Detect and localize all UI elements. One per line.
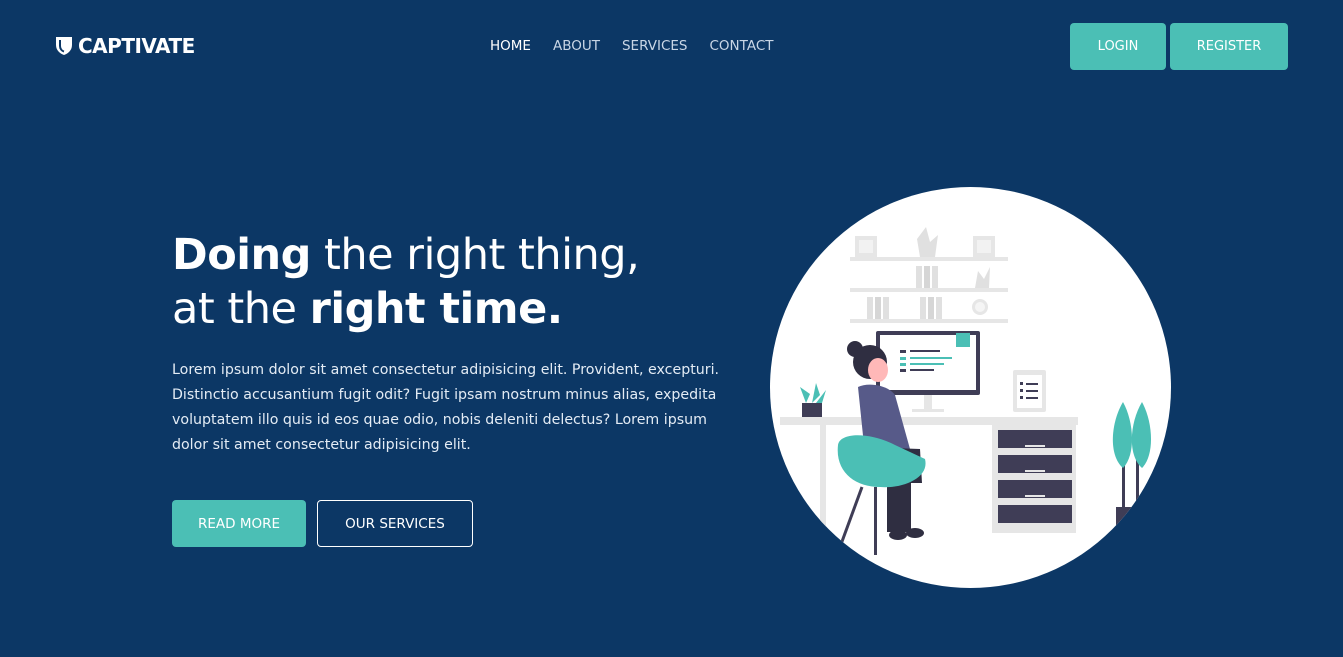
read-more-button[interactable]: READ MORE [172,500,306,547]
nav-home-link[interactable]: HOME [490,38,531,54]
main-nav: HOME ABOUT SERVICES CONTACT [490,38,774,54]
shield-icon [55,36,73,56]
our-services-button[interactable]: OUR SERVICES [317,500,473,547]
headline-text-1: the right thing, [310,230,640,280]
headline-bold-2: right time. [309,284,563,334]
headline-bold-1: Doing [172,230,311,280]
brand-name: CAPTIVATE [78,34,195,58]
headline-text-2: at the [172,284,310,334]
person-at-desk-illustration [770,187,1171,588]
hero-headline: Doing the right thing, at the right time… [172,228,640,336]
hero-description: Lorem ipsum dolor sit amet consectetur a… [172,362,720,453]
register-button[interactable]: REGISTER [1170,23,1288,70]
login-button[interactable]: LOGIN [1070,23,1166,70]
nav-services-link[interactable]: SERVICES [622,38,687,54]
nav-contact-link[interactable]: CONTACT [709,38,773,54]
brand-logo[interactable]: CAPTIVATE [55,34,195,58]
nav-about-link[interactable]: ABOUT [553,38,600,54]
